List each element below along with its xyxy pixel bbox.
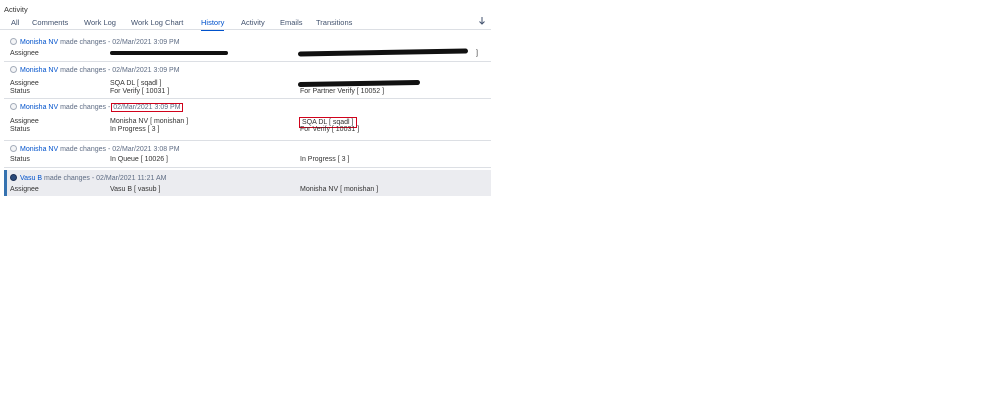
redaction-mark bbox=[297, 79, 421, 88]
old-value: Monisha NV [ monishan ] bbox=[110, 118, 189, 125]
old-value: In Queue [ 10026 ] bbox=[110, 156, 168, 163]
timestamp: 02/Mar/2021 11:21 AM bbox=[96, 175, 167, 182]
tab-history[interactable]: History bbox=[201, 18, 225, 31]
tab-comments[interactable]: Comments bbox=[32, 18, 68, 27]
new-value: Monisha NV [ monishan ] bbox=[300, 186, 379, 193]
field-name: Status bbox=[10, 126, 30, 133]
user-link[interactable]: Monisha NV bbox=[20, 146, 58, 153]
new-value: ] bbox=[476, 50, 478, 57]
action-text: made changes - bbox=[58, 146, 113, 153]
sort-arrow-icon[interactable] bbox=[477, 16, 487, 26]
timestamp: 02/Mar/2021 3:09 PM bbox=[112, 39, 180, 46]
field-name: Status bbox=[10, 88, 30, 95]
history-entry-header: Vasu B made changes - 02/Mar/2021 11:21 … bbox=[10, 174, 166, 182]
activity-panel: Activity All Comments Work Log Work Log … bbox=[0, 0, 491, 200]
old-value: For Verify [ 10031 ] bbox=[110, 88, 170, 95]
user-avatar-icon bbox=[10, 174, 17, 181]
field-name: Assignee bbox=[10, 80, 39, 87]
redaction-mark bbox=[297, 48, 469, 57]
tab-all[interactable]: All bbox=[11, 18, 19, 27]
history-entry-header: Monisha NV made changes - 02/Mar/2021 3:… bbox=[10, 66, 180, 74]
new-value: In Progress [ 3 ] bbox=[300, 156, 350, 163]
old-value: SQA DL [ sqadl ] bbox=[110, 80, 162, 87]
activity-tabs: All Comments Work Log Work Log Chart His… bbox=[0, 16, 491, 31]
action-text: made changes - bbox=[42, 175, 97, 182]
tab-work-log[interactable]: Work Log bbox=[84, 18, 116, 27]
tab-transitions[interactable]: Transitions bbox=[316, 18, 352, 27]
activity-title: Activity bbox=[4, 5, 28, 14]
history-entry: Monisha NV made changes - 02/Mar/2021 3:… bbox=[4, 143, 491, 168]
action-text: made changes - bbox=[58, 39, 113, 46]
history-entry: Monisha NV made changes - 02/Mar/2021 3:… bbox=[4, 101, 491, 141]
old-value: In Progress [ 3 ] bbox=[110, 126, 160, 133]
user-link[interactable]: Vasu B bbox=[20, 175, 42, 182]
tab-activity[interactable]: Activity bbox=[241, 18, 265, 27]
new-value: For Verify [ 10031 ] bbox=[300, 126, 360, 133]
old-value: Vasu B [ vasub ] bbox=[110, 186, 161, 193]
user-avatar-icon bbox=[10, 38, 17, 45]
field-name: Assignee bbox=[10, 118, 39, 125]
timestamp: 02/Mar/2021 3:09 PM bbox=[112, 67, 180, 74]
field-name: Assignee bbox=[10, 186, 39, 193]
user-link[interactable]: Monisha NV bbox=[20, 67, 58, 74]
user-link[interactable]: Monisha NV bbox=[20, 104, 58, 111]
field-name: Status bbox=[10, 156, 30, 163]
history-entry: Monisha NV made changes - 02/Mar/2021 3:… bbox=[4, 36, 491, 62]
history-entry-header: Monisha NV made changes - 02/Mar/2021 3:… bbox=[10, 103, 183, 112]
user-link[interactable]: Monisha NV bbox=[20, 39, 58, 46]
action-text: made changes - bbox=[58, 104, 113, 111]
redaction-mark bbox=[110, 51, 228, 55]
history-entry: Monisha NV made changes - 02/Mar/2021 3:… bbox=[4, 64, 491, 99]
user-avatar-icon bbox=[10, 66, 17, 73]
field-name: Assignee bbox=[10, 50, 39, 57]
action-text: made changes - bbox=[58, 67, 113, 74]
new-value: For Partner Verify [ 10052 ] bbox=[300, 88, 385, 95]
timestamp: 02/Mar/2021 3:08 PM bbox=[112, 146, 180, 153]
timestamp: 02/Mar/2021 3:09 PM bbox=[111, 103, 183, 112]
user-avatar-icon bbox=[10, 145, 17, 152]
history-entry: Vasu B made changes - 02/Mar/2021 11:21 … bbox=[4, 170, 491, 196]
tab-work-log-chart[interactable]: Work Log Chart bbox=[131, 18, 183, 27]
user-avatar-icon bbox=[10, 103, 17, 110]
history-entry-header: Monisha NV made changes - 02/Mar/2021 3:… bbox=[10, 145, 180, 153]
history-entry-header: Monisha NV made changes - 02/Mar/2021 3:… bbox=[10, 38, 180, 46]
tab-emails[interactable]: Emails bbox=[280, 18, 303, 27]
